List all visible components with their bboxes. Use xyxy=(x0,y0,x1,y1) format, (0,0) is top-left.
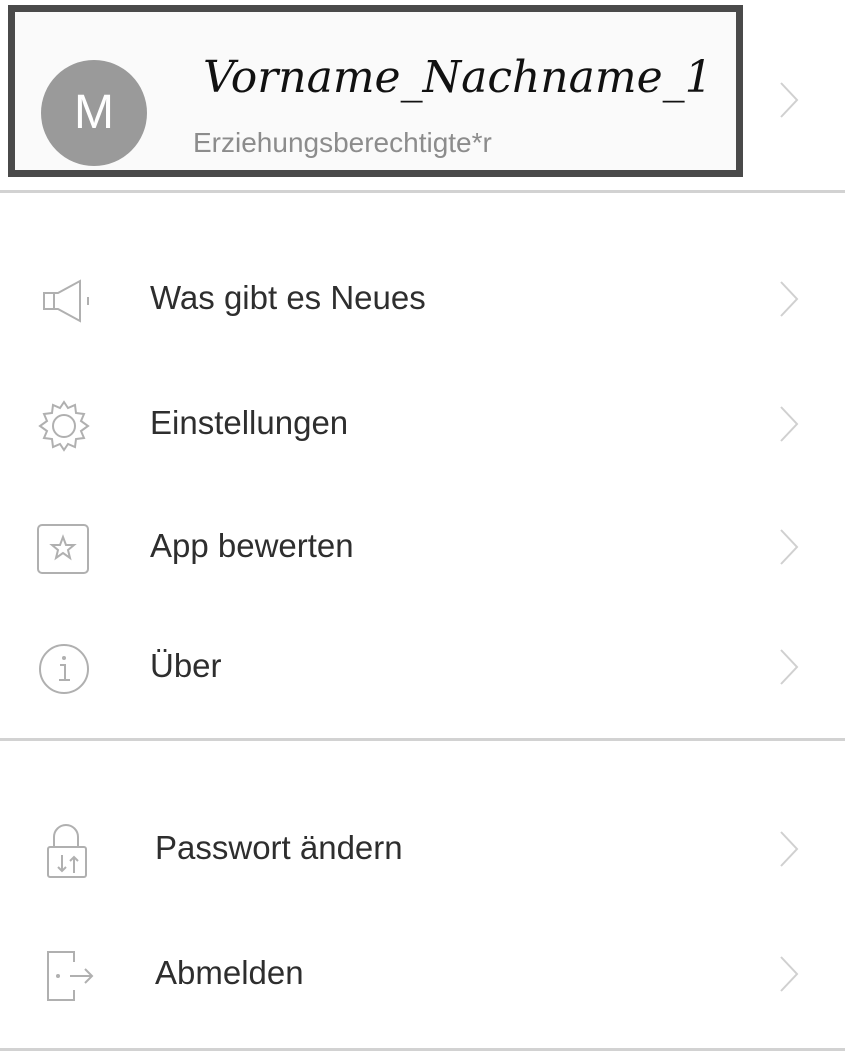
divider xyxy=(0,190,845,193)
star-icon xyxy=(30,521,102,577)
logout-icon xyxy=(30,948,102,1004)
lock-icon xyxy=(30,823,102,879)
chevron-right-icon xyxy=(778,954,800,999)
chevron-right-icon xyxy=(778,404,800,449)
chevron-right-icon xyxy=(778,279,800,324)
megaphone-icon xyxy=(30,273,102,329)
menu-label: App bewerten xyxy=(150,527,354,564)
divider xyxy=(0,738,845,741)
profile-role: Erziehungsberechtigte*r xyxy=(193,127,492,158)
info-icon xyxy=(30,641,102,697)
menu-label: Abmelden xyxy=(155,954,304,991)
chevron-right-icon xyxy=(778,829,800,874)
menu-label: Über xyxy=(150,647,222,684)
avatar: M xyxy=(41,60,147,166)
gear-icon xyxy=(30,398,102,454)
menu-item-about[interactable]: Über xyxy=(0,613,845,723)
menu-label: Passwort ändern xyxy=(155,829,403,866)
profile-name: Vorname_Nachname_1 xyxy=(203,52,713,103)
menu-item-settings[interactable]: Einstellungen xyxy=(0,370,845,480)
menu-item-whats-new[interactable]: Was gibt es Neues xyxy=(0,245,845,355)
menu-label: Was gibt es Neues xyxy=(150,279,426,316)
chevron-right-icon xyxy=(778,647,800,692)
menu-item-logout[interactable]: Abmelden xyxy=(0,920,845,1030)
menu-item-change-password[interactable]: Passwort ändern xyxy=(0,795,845,905)
menu-item-rate-app[interactable]: App bewerten xyxy=(0,493,845,603)
chevron-right-icon xyxy=(778,80,800,125)
divider xyxy=(0,1048,845,1051)
chevron-right-icon xyxy=(778,527,800,572)
profile-card[interactable]: M Vorname_Nachname_1 Erziehungsberechtig… xyxy=(8,5,743,177)
menu-label: Einstellungen xyxy=(150,404,349,441)
